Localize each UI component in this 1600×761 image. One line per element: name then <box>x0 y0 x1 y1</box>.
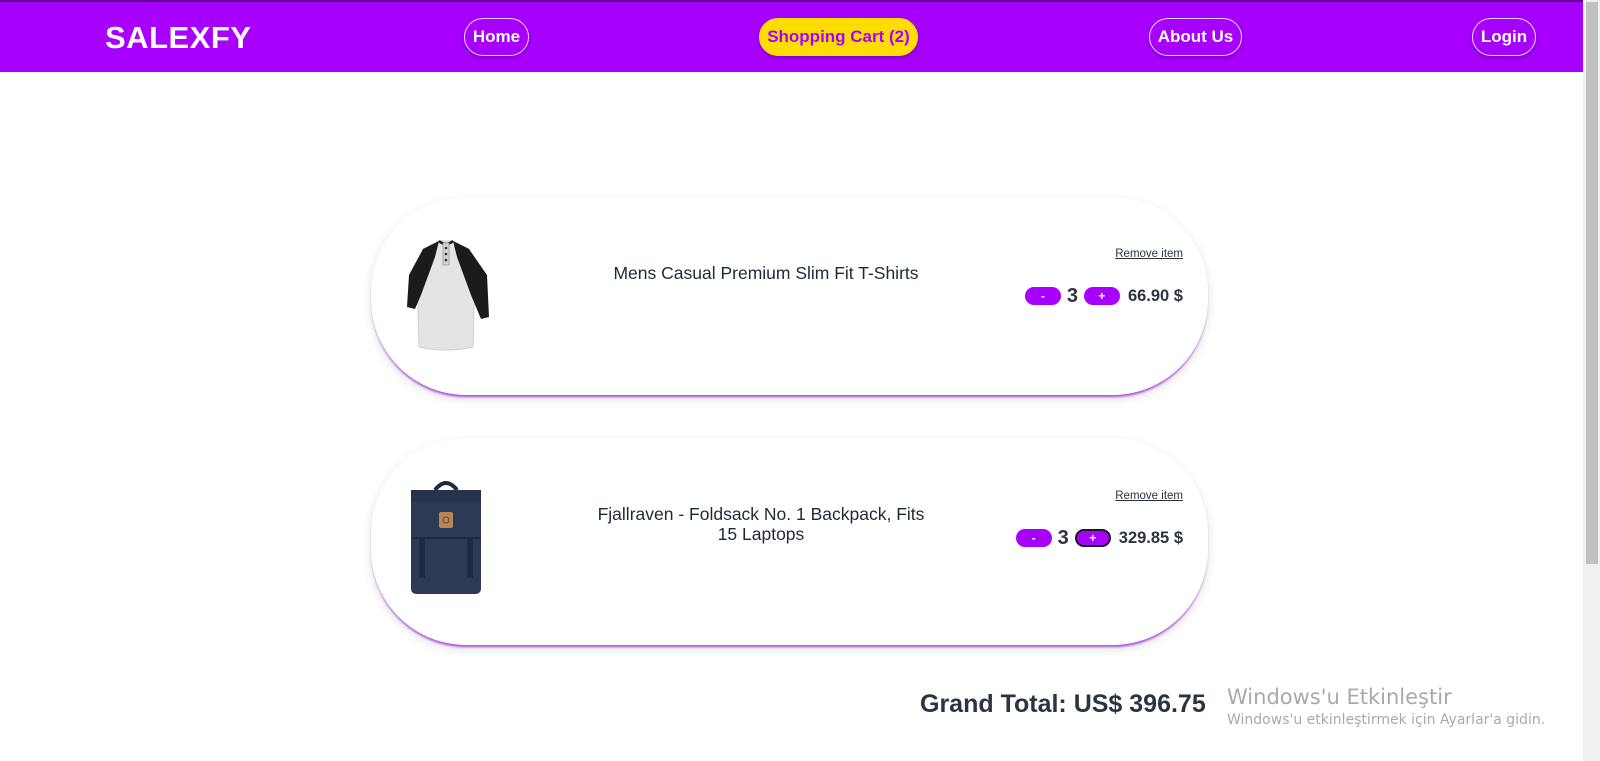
increase-quantity-button[interactable]: + <box>1083 287 1120 305</box>
cart-item-card: Mens Casual Premium Slim Fit T-Shirts Re… <box>371 197 1208 395</box>
decrease-quantity-button[interactable]: - <box>1024 287 1061 305</box>
windows-activation-subtitle: Windows'u etkinleştirmek için Ayarlar'a … <box>1227 712 1546 728</box>
increase-quantity-button[interactable]: + <box>1074 529 1111 547</box>
item-price: 329.85 $ <box>1118 528 1183 547</box>
cart-item-card: Fjallraven - Foldsack No. 1 Backpack, Fi… <box>371 438 1208 645</box>
quantity-stepper: - 3 + 66.90 $ <box>1024 284 1183 308</box>
remove-item-link[interactable]: Remove item <box>1115 490 1183 502</box>
nav-about-us-button[interactable]: About Us <box>1149 18 1242 56</box>
quantity-value: 3 <box>1057 526 1069 549</box>
item-price: 66.90 $ <box>1127 286 1183 305</box>
nav-home-button[interactable]: Home <box>464 18 529 56</box>
product-name: Mens Casual Premium Slim Fit T-Shirts <box>613 263 919 283</box>
tshirt-image <box>407 240 489 351</box>
product-name: Fjallraven - Foldsack No. 1 Backpack, Fi… <box>597 504 925 544</box>
brand-logo[interactable]: SALEXFY <box>105 20 251 56</box>
windows-activation-title: Windows'u Etkinleştir <box>1227 685 1452 709</box>
remove-item-link[interactable]: Remove item <box>1115 248 1183 260</box>
grand-total: Grand Total: US$ 396.75 <box>920 690 1206 718</box>
backpack-image <box>411 481 481 594</box>
navbar: SALEXFY Home Shopping Cart (2) About Us … <box>0 0 1583 72</box>
quantity-value: 3 <box>1066 284 1078 307</box>
quantity-stepper: - 3 + 329.85 $ <box>1015 526 1183 550</box>
scrollbar-thumb[interactable] <box>1586 2 1598 564</box>
decrease-quantity-button[interactable]: - <box>1015 529 1052 547</box>
nav-shopping-cart-button[interactable]: Shopping Cart (2) <box>759 18 918 56</box>
nav-login-button[interactable]: Login <box>1472 18 1536 56</box>
